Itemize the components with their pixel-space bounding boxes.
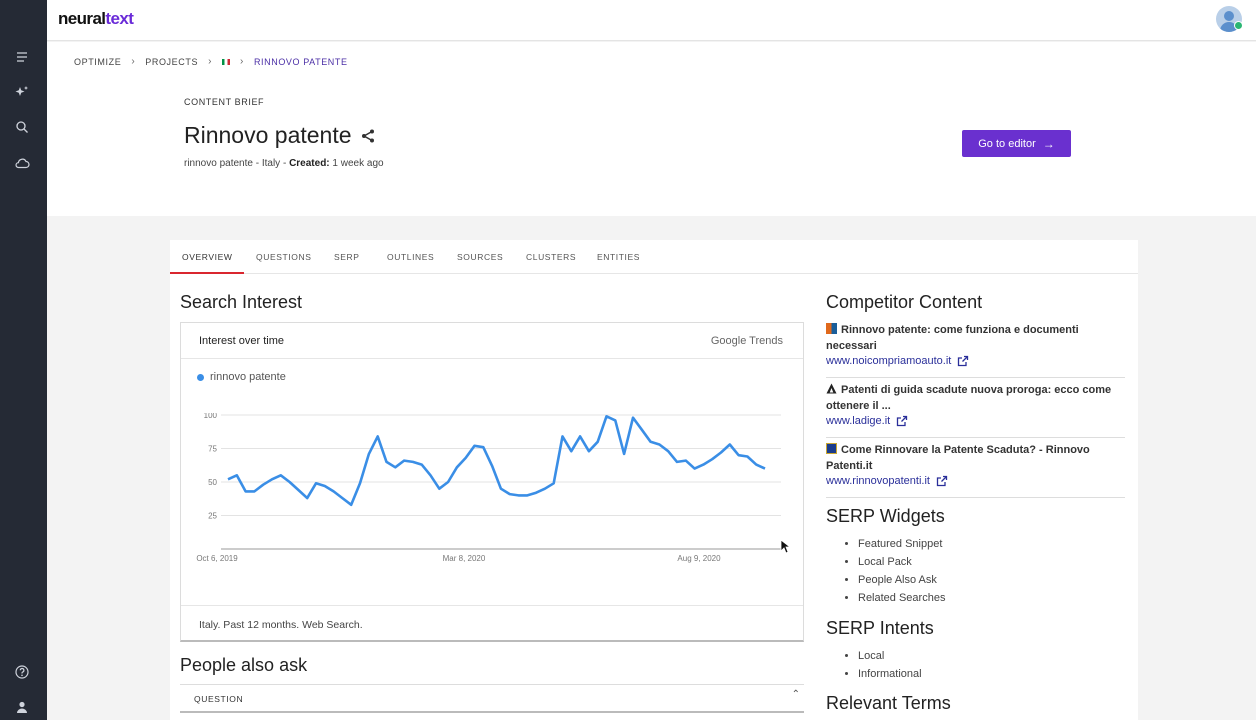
go-to-editor-button[interactable]: Go to editor → xyxy=(962,130,1071,157)
competitor-title[interactable]: Come Rinnovare la Patente Scaduta? - Rin… xyxy=(826,442,1125,474)
page-title: Rinnovo patente xyxy=(184,122,376,149)
breadcrumb-current[interactable]: RINNOVO PATENTE xyxy=(254,57,348,67)
competitor-link[interactable]: www.noicompriamoauto.it xyxy=(826,355,1125,367)
series-line-rinnovo-patente xyxy=(227,414,766,507)
y-tick-label: 100 xyxy=(204,413,218,420)
trends-card-header: Interest over time Google Trends xyxy=(181,323,803,359)
sidebar xyxy=(0,0,47,720)
external-link-icon[interactable] xyxy=(957,355,969,367)
competitor-item: Rinnovo patente: come funziona e documen… xyxy=(826,322,1125,378)
competitor-content-heading: Competitor Content xyxy=(826,292,983,312)
cloud-icon[interactable] xyxy=(14,155,30,171)
tab-questions[interactable]: QUESTIONS xyxy=(256,252,311,262)
tab-sources[interactable]: SOURCES xyxy=(457,252,503,262)
tab-serp[interactable]: SERP xyxy=(334,252,360,262)
breadcrumb-optimize[interactable]: OPTIMIZE xyxy=(74,57,121,67)
brief-header: OPTIMIZE › PROJECTS › › RINNOVO PATENTE … xyxy=(47,42,1256,216)
x-tick-label: Oct 6, 2019 xyxy=(196,554,238,563)
competitor-link[interactable]: www.ladige.it xyxy=(826,415,1125,427)
trends-card-footer: Italy. Past 12 months. Web Search. xyxy=(181,605,803,641)
list-item: Local Pack xyxy=(858,553,945,571)
legend-label: rinnovo patente xyxy=(210,371,286,383)
legend-dot xyxy=(197,373,204,381)
chevron-right-icon: › xyxy=(131,56,136,67)
share-icon[interactable] xyxy=(360,128,376,144)
list-item: Local xyxy=(858,647,922,665)
question-column-header[interactable]: QUESTION xyxy=(194,694,243,704)
help-icon[interactable] xyxy=(14,664,30,680)
chevron-up-icon[interactable]: ⌃ xyxy=(792,689,800,700)
tab-bar: OVERVIEW QUESTIONS SERP OUTLINES SOURCES… xyxy=(170,240,1138,274)
breadcrumb-projects[interactable]: PROJECTS xyxy=(145,57,198,67)
external-link-icon[interactable] xyxy=(936,475,948,487)
y-tick-label: 25 xyxy=(208,512,217,521)
competitor-title[interactable]: Rinnovo patente: come funziona e documen… xyxy=(826,322,1125,354)
chevron-right-icon: › xyxy=(240,56,244,67)
relevant-terms-heading: Relevant Terms xyxy=(826,693,951,713)
chart-legend: rinnovo patente xyxy=(197,371,286,383)
sparkle-icon[interactable] xyxy=(14,84,30,100)
arrow-right-icon: → xyxy=(1042,136,1055,151)
italy-flag-icon[interactable] xyxy=(222,58,230,65)
trends-card-title: Interest over time xyxy=(199,335,284,347)
list-item: Informational xyxy=(858,665,922,683)
tab-clusters[interactable]: CLUSTERS xyxy=(526,252,576,262)
top-bar: neuraltext xyxy=(47,0,1256,41)
mouse-pointer-icon xyxy=(780,539,790,554)
tab-overview[interactable]: OVERVIEW xyxy=(182,252,232,262)
user-icon[interactable] xyxy=(14,699,30,715)
competitor-link[interactable]: www.rinnovopatenti.it xyxy=(826,475,1125,487)
site-favicon-icon xyxy=(826,383,837,394)
y-tick-label: 75 xyxy=(208,445,217,454)
question-table-header: QUESTION ⌃ xyxy=(180,684,804,713)
active-tab-indicator xyxy=(170,272,244,274)
site-favicon-icon xyxy=(826,323,837,334)
site-favicon-icon xyxy=(826,443,837,454)
menu-icon[interactable] xyxy=(14,49,30,65)
serp-widgets-heading: SERP Widgets xyxy=(826,506,945,526)
interest-chart[interactable]: 25 50 75 100 Oct 6, 2019 Mar 8, 2020 Aug 9, 20… xyxy=(191,413,791,585)
overview-panel: OVERVIEW QUESTIONS SERP OUTLINES SOURCES… xyxy=(170,240,1138,720)
serp-intents-list: Local Informational xyxy=(858,647,922,683)
tab-entities[interactable]: ENTITIES xyxy=(597,252,640,262)
x-tick-label: Mar 8, 2020 xyxy=(443,554,486,563)
serp-widgets-list: Featured Snippet Local Pack People Also … xyxy=(858,535,945,607)
tab-outlines[interactable]: OUTLINES xyxy=(387,252,434,262)
trends-card: Interest over time Google Trends rinnovo… xyxy=(180,322,804,642)
search-interest-heading: Search Interest xyxy=(180,292,303,312)
logo[interactable]: neuraltext xyxy=(58,9,134,29)
x-tick-label: Aug 9, 2020 xyxy=(677,554,721,563)
list-item: Featured Snippet xyxy=(858,535,945,553)
people-also-ask-heading: People also ask xyxy=(180,655,308,675)
competitor-item: Come Rinnovare la Patente Scaduta? - Rin… xyxy=(826,442,1125,498)
list-item: Related Searches xyxy=(858,589,945,607)
chevron-right-icon: › xyxy=(208,56,212,67)
google-trends-logo[interactable]: Google Trends xyxy=(711,335,783,347)
brief-meta: rinnovo patente - Italy - Created: 1 wee… xyxy=(184,158,384,169)
external-link-icon[interactable] xyxy=(896,415,908,427)
list-item: People Also Ask xyxy=(858,571,945,589)
y-tick-label: 50 xyxy=(208,478,217,487)
search-icon[interactable] xyxy=(14,119,30,135)
serp-intents-heading: SERP Intents xyxy=(826,618,934,638)
competitor-item: Patenti di guida scadute nuova proroga: … xyxy=(826,382,1125,438)
online-status-dot xyxy=(1234,21,1243,30)
breadcrumb: OPTIMIZE › PROJECTS › › RINNOVO PATENTE xyxy=(74,56,358,67)
section-label: CONTENT BRIEF xyxy=(184,97,265,107)
competitor-title[interactable]: Patenti di guida scadute nuova proroga: … xyxy=(826,382,1125,414)
